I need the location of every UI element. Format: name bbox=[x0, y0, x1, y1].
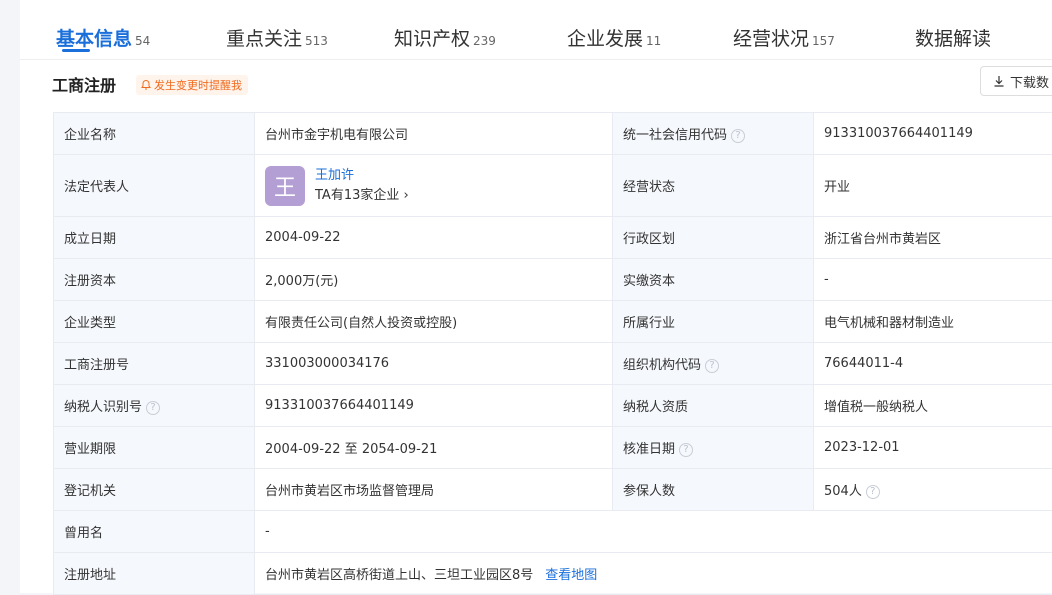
company-type-value: 有限责任公司(自然人投资或控股) bbox=[255, 301, 613, 343]
tab-count: 157 bbox=[812, 34, 835, 48]
tab-key-focus[interactable]: 重点关注513 bbox=[226, 24, 328, 54]
tab-bar: 基本信息54 重点关注513 知识产权239 企业发展11 经营状况157 数据… bbox=[20, 0, 1052, 60]
credit-code-value: 913310037664401149 bbox=[814, 113, 1052, 155]
field-label-text: 组织机构代码 bbox=[623, 358, 701, 373]
address-value: 台州市黄岩区高桥街道上山、三坦工业园区8号 bbox=[265, 568, 533, 583]
legal-rep-cell: 王 王加许 TA有13家企业 › bbox=[255, 155, 613, 217]
tab-count: 11 bbox=[646, 34, 661, 48]
org-code-value: 76644011-4 bbox=[814, 343, 1052, 385]
field-label-text: 统一社会信用代码 bbox=[623, 128, 727, 143]
tab-label: 企业发展 bbox=[567, 28, 643, 50]
tab-label: 数据解读 bbox=[915, 28, 991, 50]
registration-number-value: 331003000034176 bbox=[255, 343, 613, 385]
remind-label: 发生变更时提醒我 bbox=[154, 77, 242, 93]
field-label: 所属行业 bbox=[613, 301, 814, 343]
active-tab-underline bbox=[62, 49, 90, 52]
table-row: 法定代表人 王 王加许 TA有13家企业 › 经营状态 开业 bbox=[54, 155, 1052, 217]
tab-label: 经营状况 bbox=[733, 28, 809, 50]
company-name-value: 台州市金宇机电有限公司 bbox=[255, 113, 613, 155]
table-row: 注册资本 2,000万(元) 实缴资本 - bbox=[54, 259, 1052, 301]
insured-count-cell: 504人? bbox=[814, 469, 1052, 511]
tab-operations[interactable]: 经营状况157 bbox=[733, 24, 835, 54]
table-row: 注册地址 台州市黄岩区高桥街道上山、三坦工业园区8号查看地图 bbox=[54, 553, 1052, 595]
tab-intellectual-property[interactable]: 知识产权239 bbox=[394, 24, 496, 54]
left-gutter bbox=[0, 0, 20, 593]
field-label: 法定代表人 bbox=[54, 155, 255, 217]
business-term-value: 2004-09-22 至 2054-09-21 bbox=[255, 427, 613, 469]
tab-label: 基本信息 bbox=[56, 28, 132, 50]
table-row: 纳税人识别号? 913310037664401149 纳税人资质 增值税一般纳税… bbox=[54, 385, 1052, 427]
field-label: 注册地址 bbox=[54, 553, 255, 595]
approval-date-value: 2023-12-01 bbox=[814, 427, 1052, 469]
table-row: 登记机关 台州市黄岩区市场监督管理局 参保人数 504人? bbox=[54, 469, 1052, 511]
registered-capital-value: 2,000万(元) bbox=[255, 259, 613, 301]
help-icon[interactable]: ? bbox=[731, 129, 745, 143]
field-label: 参保人数 bbox=[613, 469, 814, 511]
field-label: 营业期限 bbox=[54, 427, 255, 469]
related-companies-label: TA有13家企业 bbox=[315, 188, 399, 203]
field-label: 经营状态 bbox=[613, 155, 814, 217]
download-button[interactable]: 下载数 bbox=[980, 66, 1052, 96]
change-remind-button[interactable]: 发生变更时提醒我 bbox=[136, 75, 248, 95]
table-row: 营业期限 2004-09-22 至 2054-09-21 核准日期? 2023-… bbox=[54, 427, 1052, 469]
table-row: 成立日期 2004-09-22 行政区划 浙江省台州市黄岩区 bbox=[54, 217, 1052, 259]
tab-data-insights[interactable]: 数据解读 bbox=[915, 24, 991, 54]
help-icon[interactable]: ? bbox=[705, 359, 719, 373]
field-label: 纳税人识别号? bbox=[54, 385, 255, 427]
address-cell: 台州市黄岩区高桥街道上山、三坦工业园区8号查看地图 bbox=[255, 553, 1052, 595]
field-label: 行政区划 bbox=[613, 217, 814, 259]
field-label: 核准日期? bbox=[613, 427, 814, 469]
field-label: 注册资本 bbox=[54, 259, 255, 301]
field-label: 实缴资本 bbox=[613, 259, 814, 301]
registration-authority-value: 台州市黄岩区市场监督管理局 bbox=[255, 469, 613, 511]
tab-development[interactable]: 企业发展11 bbox=[567, 24, 661, 54]
tab-count: 239 bbox=[473, 34, 496, 48]
main-panel: 基本信息54 重点关注513 知识产权239 企业发展11 经营状况157 数据… bbox=[20, 0, 1052, 593]
field-label: 组织机构代码? bbox=[613, 343, 814, 385]
taxpayer-qualification-value: 增值税一般纳税人 bbox=[814, 385, 1052, 427]
bell-icon bbox=[140, 79, 152, 91]
legal-rep-name-link[interactable]: 王加许 bbox=[315, 166, 409, 186]
tab-label: 重点关注 bbox=[226, 28, 302, 50]
field-label: 企业名称 bbox=[54, 113, 255, 155]
insured-count-value: 504人 bbox=[824, 484, 862, 499]
field-label-text: 核准日期 bbox=[623, 442, 675, 457]
tab-count: 513 bbox=[305, 34, 328, 48]
related-companies-link[interactable]: TA有13家企业 › bbox=[315, 186, 409, 206]
view-map-link[interactable]: 查看地图 bbox=[545, 568, 597, 583]
download-icon bbox=[993, 75, 1005, 87]
field-label-text: 纳税人识别号 bbox=[64, 400, 142, 415]
table-row: 企业类型 有限责任公司(自然人投资或控股) 所属行业 电气机械和器材制造业 bbox=[54, 301, 1052, 343]
tab-count: 54 bbox=[135, 34, 150, 48]
field-label: 登记机关 bbox=[54, 469, 255, 511]
table-row: 企业名称 台州市金宇机电有限公司 统一社会信用代码? 9133100376644… bbox=[54, 113, 1052, 155]
taxpayer-id-value: 913310037664401149 bbox=[255, 385, 613, 427]
help-icon[interactable]: ? bbox=[146, 401, 160, 415]
founded-date-value: 2004-09-22 bbox=[255, 217, 613, 259]
field-label: 企业类型 bbox=[54, 301, 255, 343]
avatar[interactable]: 王 bbox=[265, 166, 305, 206]
industry-value: 电气机械和器材制造业 bbox=[814, 301, 1052, 343]
field-label: 统一社会信用代码? bbox=[613, 113, 814, 155]
region-value: 浙江省台州市黄岩区 bbox=[814, 217, 1052, 259]
tab-label: 知识产权 bbox=[394, 28, 470, 50]
table-row: 工商注册号 331003000034176 组织机构代码? 76644011-4 bbox=[54, 343, 1052, 385]
table-row: 曾用名 - bbox=[54, 511, 1052, 553]
business-registration-table: 企业名称 台州市金宇机电有限公司 统一社会信用代码? 9133100376644… bbox=[53, 112, 1052, 595]
section-title: 工商注册 bbox=[52, 72, 116, 96]
field-label: 工商注册号 bbox=[54, 343, 255, 385]
status-value: 开业 bbox=[814, 155, 1052, 217]
help-icon[interactable]: ? bbox=[866, 485, 880, 499]
chevron-right-icon: › bbox=[404, 188, 409, 203]
former-name-value: - bbox=[255, 511, 1052, 553]
download-label: 下载数 bbox=[1010, 72, 1049, 91]
paid-capital-value: - bbox=[814, 259, 1052, 301]
help-icon[interactable]: ? bbox=[679, 443, 693, 457]
field-label: 曾用名 bbox=[54, 511, 255, 553]
field-label: 纳税人资质 bbox=[613, 385, 814, 427]
field-label: 成立日期 bbox=[54, 217, 255, 259]
